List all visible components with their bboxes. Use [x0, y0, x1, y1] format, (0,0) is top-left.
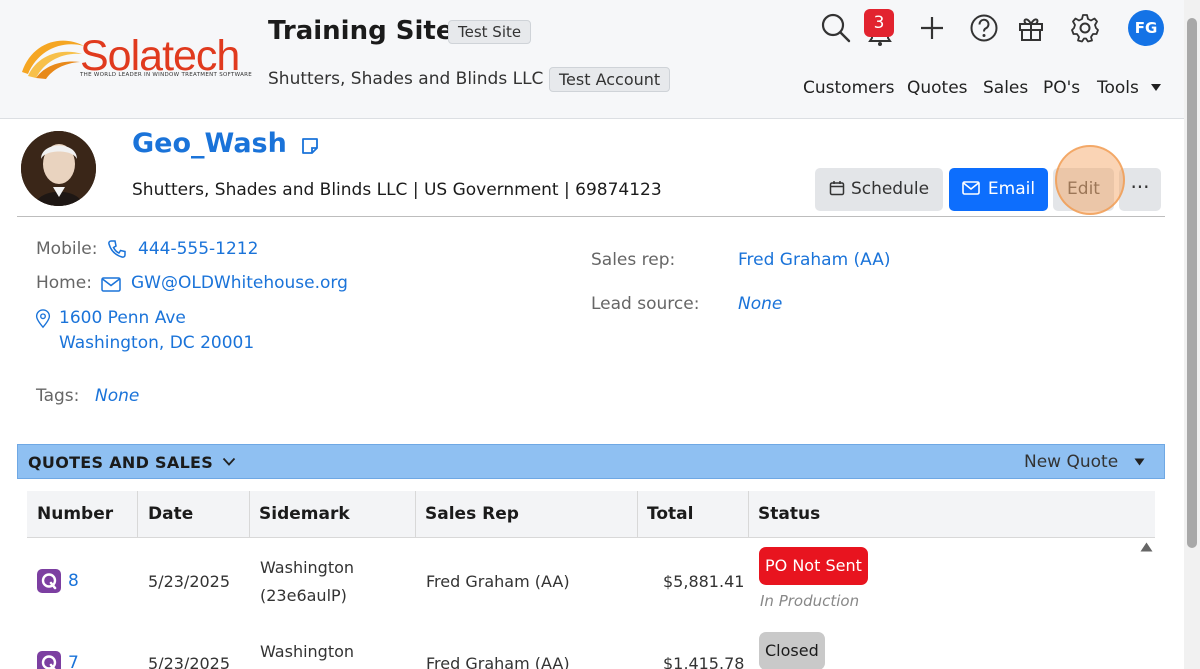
- sales-rep-link[interactable]: Fred Graham (AA): [738, 250, 891, 270]
- sales-rep-label: Sales rep:: [591, 250, 676, 270]
- column-divider: [748, 491, 749, 538]
- email-label: Email: [987, 179, 1036, 199]
- plus-icon[interactable]: [916, 12, 948, 44]
- address-line1[interactable]: 1600 Penn Ave: [59, 308, 186, 328]
- address-line2[interactable]: Washington, DC 20001: [59, 333, 254, 353]
- customer-photo: [21, 131, 96, 206]
- account-badge: Test Account: [549, 67, 671, 92]
- chevron-down-icon[interactable]: [222, 457, 236, 467]
- quote-icon: [37, 569, 61, 593]
- column-divider: [637, 491, 638, 538]
- sidemark-line1: Washington: [260, 558, 355, 577]
- quote-date: 5/23/2025: [148, 654, 231, 669]
- customer-name[interactable]: Geo_Wash: [132, 128, 287, 159]
- quote-sales-rep: Fred Graham (AA): [426, 654, 570, 669]
- sidemark-line2: (23e6aulP): [260, 586, 347, 605]
- site-title: Training Site: [268, 16, 454, 46]
- notification-badge[interactable]: 3: [864, 9, 894, 37]
- status-badge[interactable]: PO Not Sent: [759, 547, 868, 585]
- home-label: Home:: [36, 273, 92, 293]
- col-number[interactable]: Number: [37, 504, 113, 524]
- site-badge: Test Site: [448, 20, 532, 44]
- company-name: Shutters, Shades and Blinds LLC: [268, 69, 544, 89]
- col-date[interactable]: Date: [148, 504, 193, 524]
- col-total[interactable]: Total: [647, 504, 693, 524]
- schedule-label: Schedule: [850, 179, 930, 199]
- email-button[interactable]: Email: [949, 168, 1048, 211]
- tags-value[interactable]: None: [95, 386, 139, 406]
- home-email-link[interactable]: GW@OLDWhitehouse.org: [131, 273, 348, 293]
- mobile-label: Mobile:: [36, 239, 98, 259]
- gift-icon[interactable]: [1015, 12, 1047, 44]
- new-quote-button[interactable]: New Quote: [1024, 452, 1118, 472]
- quote-q-icon: [41, 573, 57, 590]
- phone-icon: [108, 240, 126, 258]
- mobile-phone-link[interactable]: 444-555-1212: [138, 239, 258, 259]
- tags-label: Tags:: [36, 386, 80, 406]
- quotes-sales-title[interactable]: QUOTES AND SALES: [28, 453, 213, 472]
- search-icon[interactable]: [820, 12, 852, 44]
- sticky-note-icon[interactable]: [300, 136, 320, 156]
- schedule-button[interactable]: Schedule: [815, 168, 943, 211]
- envelope-icon: [962, 181, 980, 195]
- col-sidemark[interactable]: Sidemark: [259, 504, 350, 524]
- nav-sales[interactable]: Sales: [983, 78, 1028, 98]
- nav-quotes[interactable]: Quotes: [907, 78, 968, 98]
- divider: [17, 216, 1165, 217]
- col-sales-rep[interactable]: Sales Rep: [425, 504, 519, 524]
- quote-icon: [37, 651, 61, 669]
- nav-pos[interactable]: PO's: [1043, 78, 1080, 98]
- page-scrollbar-thumb[interactable]: [1187, 18, 1197, 548]
- lead-source-value[interactable]: None: [738, 294, 782, 314]
- help-icon[interactable]: [968, 12, 1000, 44]
- quotes-table-header: Number Date Sidemark Sales Rep Total Sta…: [27, 491, 1155, 538]
- column-divider: [137, 491, 138, 538]
- click-highlight: [1055, 145, 1125, 215]
- tools-caret-icon[interactable]: [1150, 83, 1162, 92]
- map-pin-icon: [35, 309, 51, 329]
- quote-number-link[interactable]: 7: [68, 653, 79, 669]
- gear-icon[interactable]: [1069, 12, 1101, 44]
- solatech-logo[interactable]: Solatech THE WORLD LEADER IN WINDOW TREA…: [18, 32, 252, 82]
- quote-number-link[interactable]: 8: [68, 571, 79, 591]
- quote-date: 5/23/2025: [148, 572, 231, 591]
- quote-q-icon: [41, 655, 57, 669]
- calendar-icon: [829, 181, 845, 196]
- portrait-image: [21, 131, 96, 206]
- new-quote-caret-icon[interactable]: [1134, 458, 1145, 466]
- more-options-button[interactable]: ···: [1119, 168, 1161, 211]
- status-badge[interactable]: Closed: [759, 632, 825, 669]
- sidemark-line1: Washington: [260, 642, 355, 661]
- sun-swoosh-icon: [22, 40, 84, 79]
- col-status[interactable]: Status: [758, 504, 820, 524]
- sub-status: In Production: [760, 592, 860, 610]
- quotes-sales-bar: QUOTES AND SALES New Quote: [17, 444, 1165, 479]
- lead-source-label: Lead source:: [591, 294, 700, 314]
- app-header: Solatech THE WORLD LEADER IN WINDOW TREA…: [0, 0, 1184, 119]
- column-divider: [249, 491, 250, 538]
- nav-customers[interactable]: Customers: [803, 78, 894, 98]
- quote-total: $5,881.41: [663, 572, 745, 591]
- quote-total: $1,415.78: [663, 654, 745, 669]
- table-scroll-up-icon[interactable]: [1140, 542, 1153, 552]
- envelope-icon: [101, 277, 121, 292]
- logo-tagline: THE WORLD LEADER IN WINDOW TREATMENT SOF…: [80, 72, 253, 78]
- customer-subtitle: Shutters, Shades and Blinds LLC | US Gov…: [132, 180, 662, 200]
- user-avatar[interactable]: FG: [1128, 10, 1164, 46]
- column-divider: [415, 491, 416, 538]
- nav-tools[interactable]: Tools: [1097, 78, 1139, 98]
- quote-sales-rep: Fred Graham (AA): [426, 572, 570, 591]
